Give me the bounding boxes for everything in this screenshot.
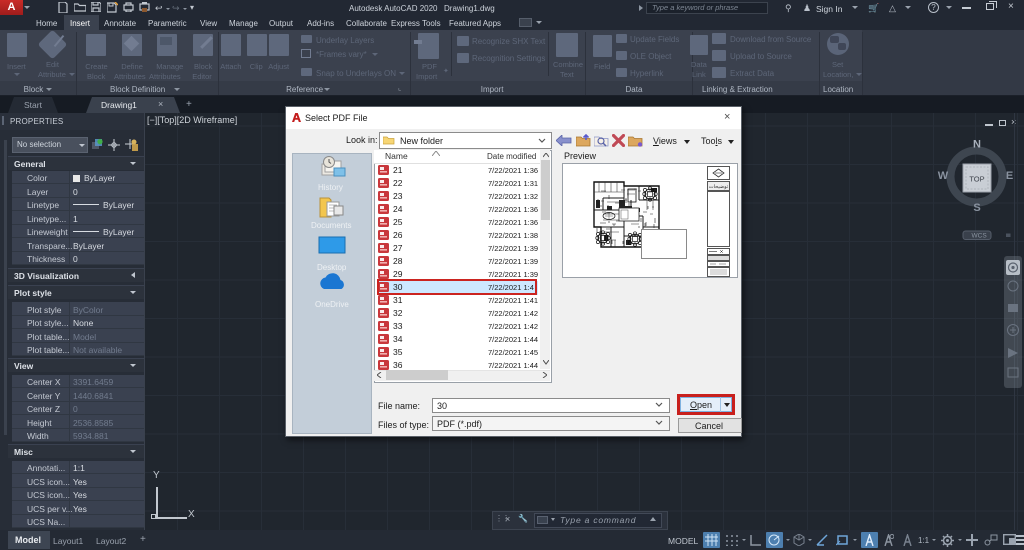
svg-text:W: W <box>938 170 949 182</box>
svg-text:توضيحات: توضيحات <box>709 184 729 190</box>
svg-text:N: N <box>973 139 981 151</box>
svg-text:S: S <box>973 202 980 214</box>
svg-text:TOP: TOP <box>969 175 984 184</box>
svg-text:WCS: WCS <box>972 233 988 240</box>
svg-text:E: E <box>1006 170 1013 182</box>
